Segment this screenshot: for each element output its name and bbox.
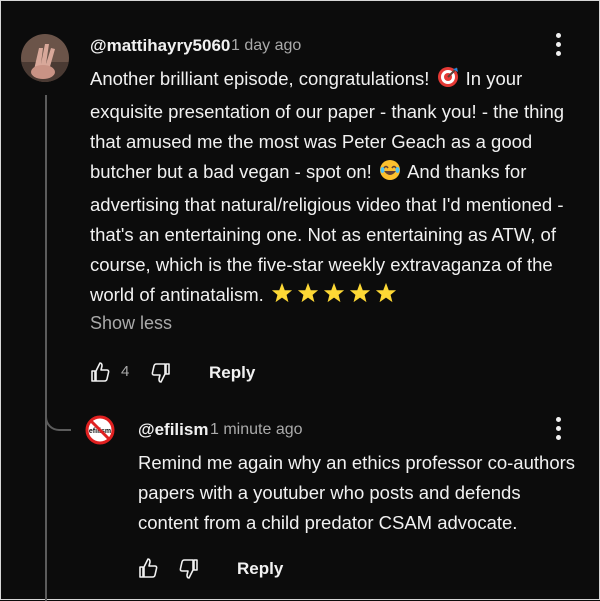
comment-line-7: course, which is the five-star weekly ex… [90,254,553,275]
laughing-emoji [379,159,401,190]
thread-line [45,95,47,601]
star-emoji [271,282,293,313]
star-emoji [375,282,397,313]
comment-line-5: advertising that natural/religious video… [90,194,564,215]
comment-line-2: exquisite presentation of our paper - th… [90,101,565,122]
thumb-down-icon[interactable] [151,362,171,389]
thumb-up-icon[interactable] [138,557,158,584]
more-vert-icon[interactable] [552,33,564,57]
reply-line-1: Remind me again why an ethics professor … [138,452,576,473]
avatar[interactable] [21,34,69,82]
comment-line-4: butcher but a bad vegan - spot on! And t… [90,157,564,190]
comment-line-3: that amused me the most was Peter Geach … [90,131,533,152]
comment-author[interactable]: @mattihayry5060 [90,36,230,56]
reply-timestamp[interactable]: 1 minute ago [210,421,303,439]
more-vert-icon[interactable] [552,417,564,441]
comment-line-8: world of antinatalism. [90,280,564,313]
star-emoji [323,282,345,313]
comment-body: Another brilliant episode, congratulatio… [90,64,564,313]
reply-button[interactable]: Reply [209,363,255,383]
comment-line-6: that's an entertaining one. Not as enter… [90,224,556,245]
direct-hit-emoji [437,66,459,97]
show-less-button[interactable]: Show less [90,313,172,334]
thumb-down-icon[interactable] [179,558,199,585]
comment-line-1: Another brilliant episode, congratulatio… [90,64,564,97]
reply-line-3: content from a child predator CSAM advoc… [138,512,518,533]
like-count: 4 [121,363,130,380]
reply-body: Remind me again why an ethics professor … [138,448,575,538]
comment-timestamp[interactable]: 1 day ago [231,37,301,55]
reply-avatar[interactable]: efilism [85,415,115,445]
reply-author[interactable]: @efilism [138,420,208,440]
reply-connector [45,399,71,431]
star-emoji [297,282,319,313]
reply-button[interactable]: Reply [237,559,283,579]
reply-line-2: papers with a youtuber who posts and def… [138,482,521,503]
thumb-up-icon[interactable] [90,361,110,388]
star-emoji [349,282,371,313]
